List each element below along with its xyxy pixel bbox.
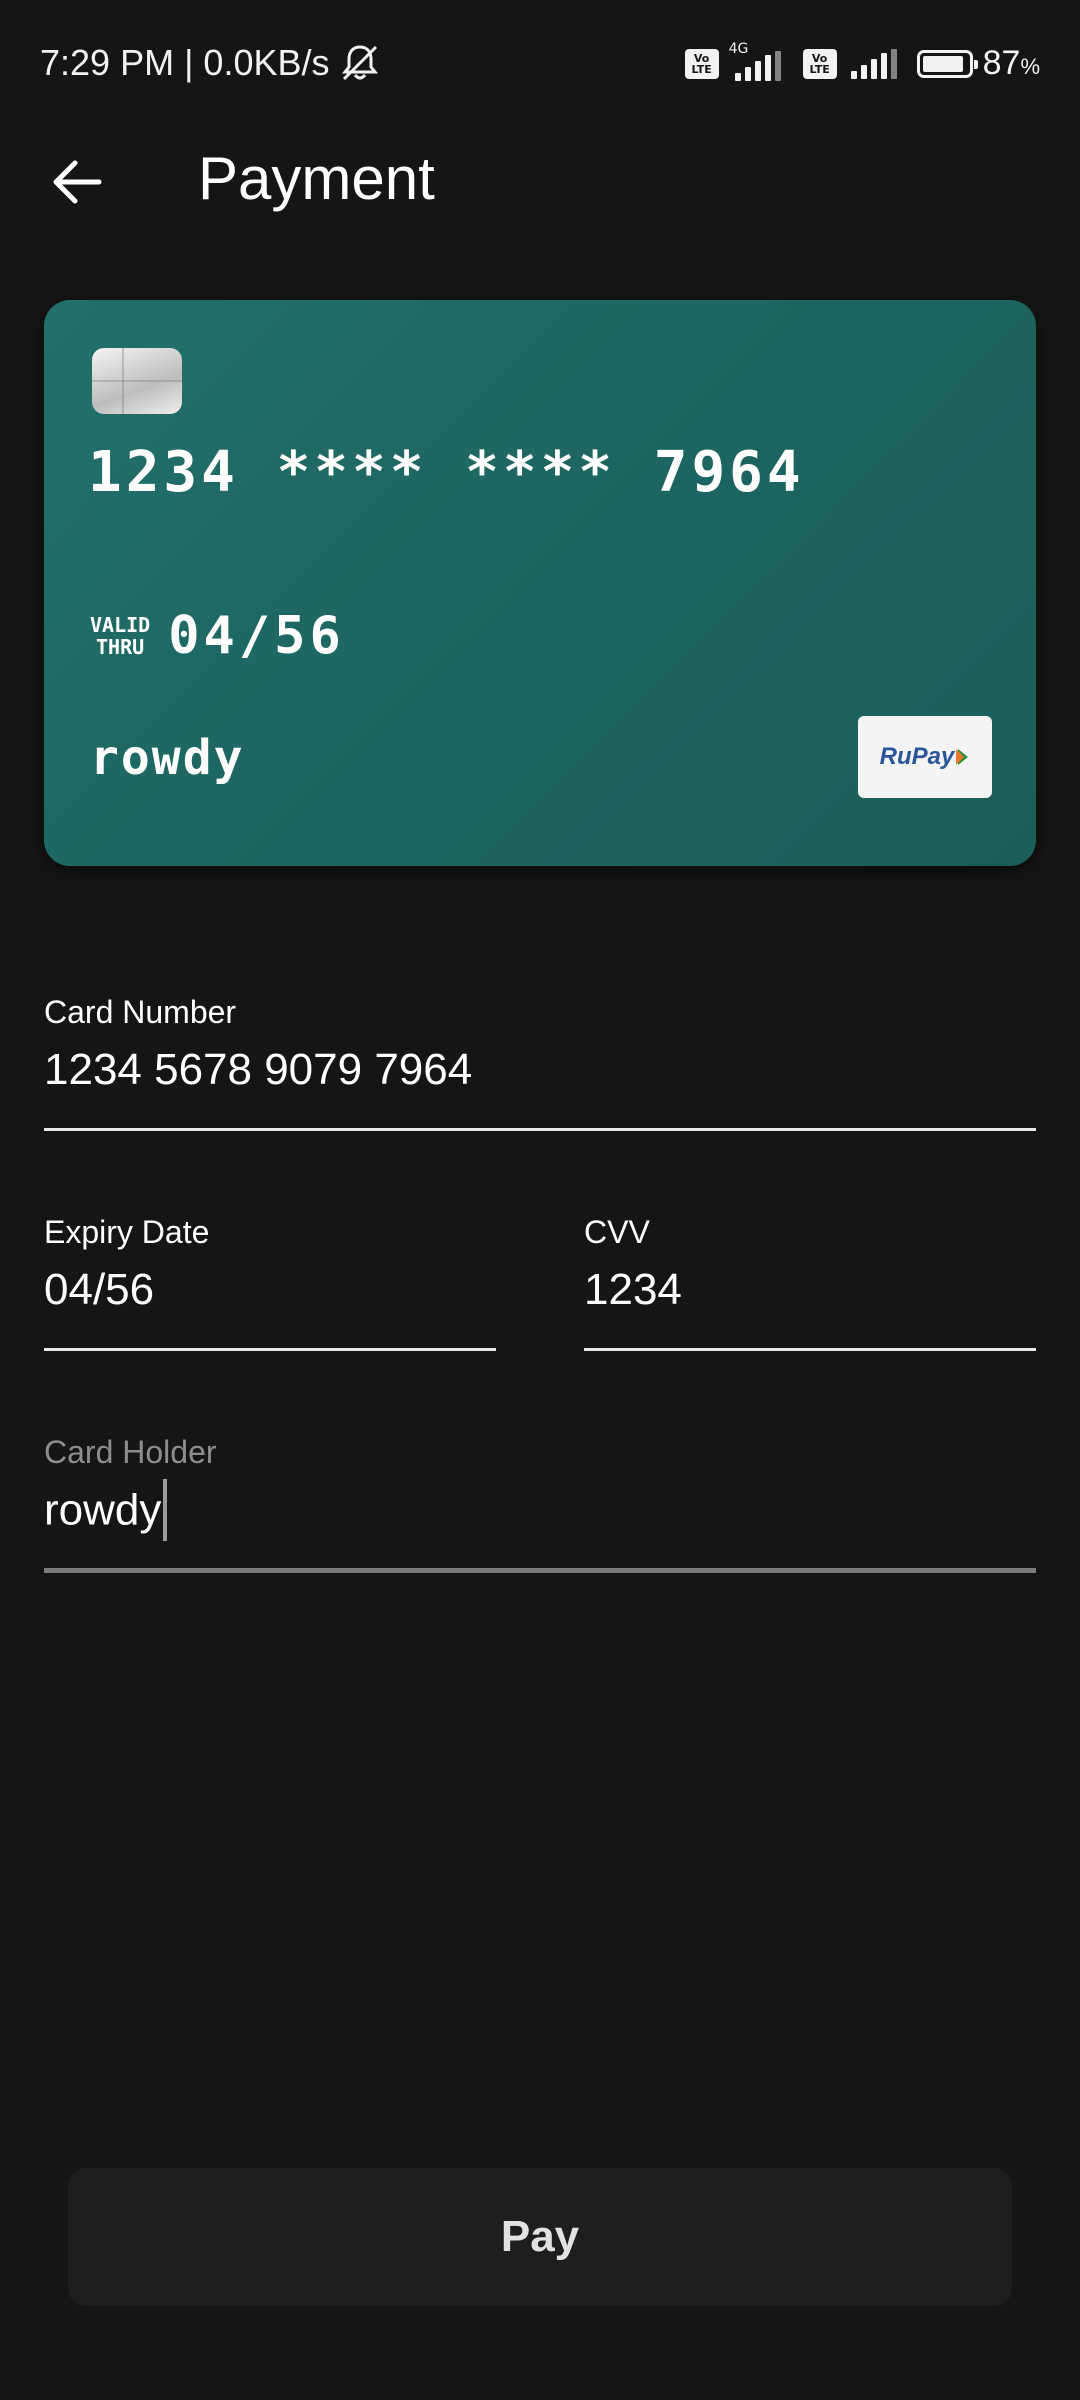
cvv-input[interactable]: 1234 [584,1265,1036,1315]
card-number-label: Card Number [44,994,237,1030]
card-holder-input[interactable]: rowdy [44,1479,1036,1541]
field-underline [44,1348,496,1351]
battery-percentage: 87% [982,44,1040,82]
card-expiry: 04/56 [168,606,345,666]
arrow-left-icon [53,160,102,204]
card-valid-thru: VALID THRU 04/56 [90,606,345,666]
back-button[interactable] [42,152,112,212]
card-holder-label: Card Holder [44,1434,217,1470]
rupay-logo: RuPay [858,716,992,798]
cvv-field[interactable]: CVV 1234 [584,1214,1036,1352]
card-holder-field[interactable]: Card Holder rowdy [44,1434,1036,1574]
signal-icon [850,48,897,79]
cvv-label: CVV [584,1214,650,1250]
card-number-field[interactable]: Card Number 1234 5678 9079 7964 [44,994,1036,1132]
volte-icon: Vo LTE [684,48,719,79]
status-bar: 7:29 PM | 0.0KB/s Vo LTE 4G Vo LTE 87% [0,0,1080,130]
field-underline [44,1568,1036,1573]
card-number-input[interactable]: 1234 5678 9079 7964 [44,1045,1036,1095]
mute-bell-icon [341,45,378,81]
credit-card-preview: 1234 **** **** 7964 VALID THRU 04/56 row… [44,300,1036,866]
rupay-arrow-icon [956,749,969,765]
status-time-speed: 7:29 PM | 0.0KB/s [40,42,330,83]
expiry-date-input[interactable]: 04/56 [44,1265,496,1315]
page-title: Payment [198,145,435,212]
valid-thru-label: VALID THRU [90,613,151,659]
field-underline [44,1128,1036,1131]
battery-icon [916,49,978,78]
app-bar: Payment [0,130,1080,230]
expiry-date-label: Expiry Date [44,1214,210,1250]
status-left: 7:29 PM | 0.0KB/s [40,42,382,84]
card-holder-name: rowdy [90,730,245,786]
volte-icon: Vo LTE [802,48,837,79]
signal-icon: 4G [729,41,781,81]
expiry-date-field[interactable]: Expiry Date 04/56 [44,1214,496,1352]
text-cursor [163,1479,168,1541]
status-right: Vo LTE 4G Vo LTE 87% [684,41,1040,83]
chip-icon [92,348,182,414]
card-number-masked: 1234 **** **** 7964 [88,440,805,505]
field-underline [584,1348,1036,1351]
pay-button[interactable]: Pay [68,2168,1012,2306]
